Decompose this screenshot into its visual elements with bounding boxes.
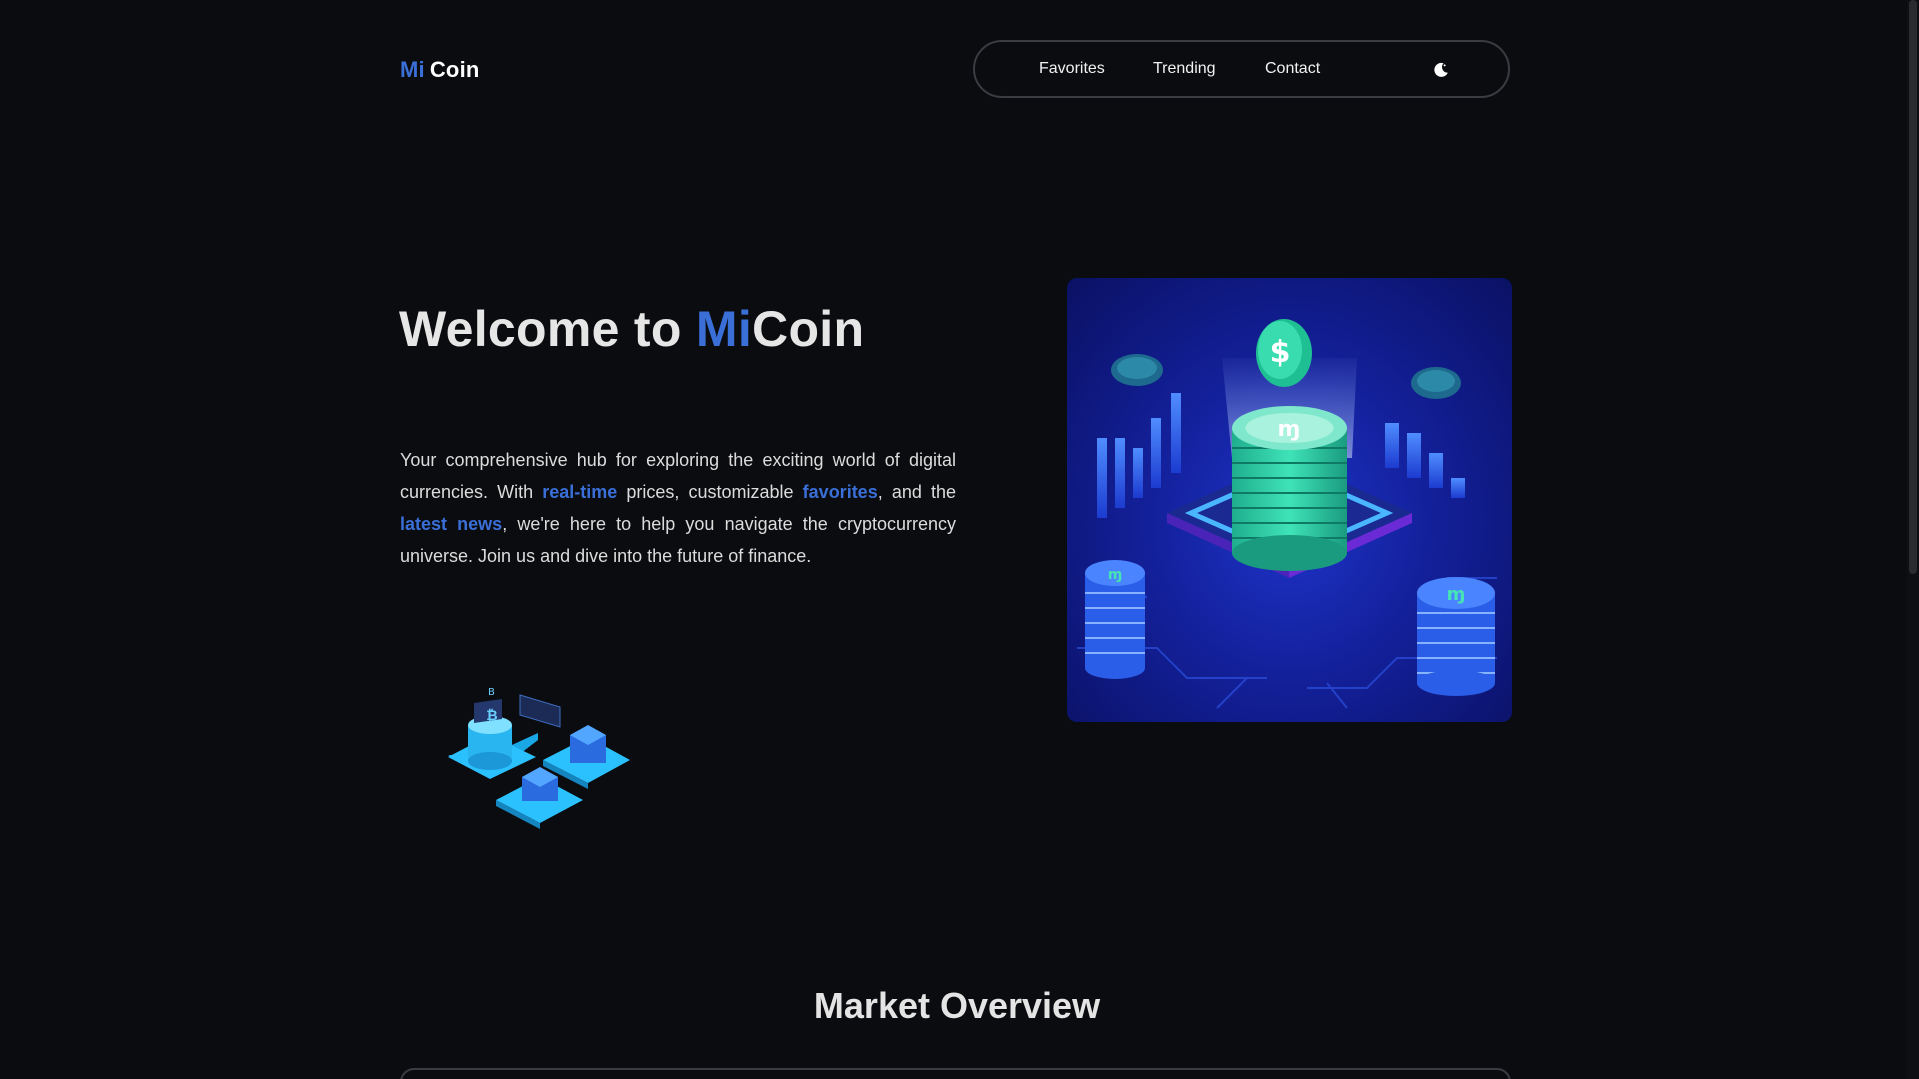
svg-text:B: B xyxy=(488,687,495,698)
nav-favorites[interactable]: Favorites xyxy=(1039,60,1105,78)
nav-trending[interactable]: Trending xyxy=(1153,60,1216,78)
page-scrollbar[interactable] xyxy=(1907,0,1919,1079)
latest-news-link[interactable]: latest news xyxy=(400,514,502,534)
svg-text:ɱ: ɱ xyxy=(1447,584,1466,605)
svg-text:ɱ: ɱ xyxy=(1278,417,1301,442)
scrollbar-thumb[interactable] xyxy=(1909,0,1917,574)
nav-contact[interactable]: Contact xyxy=(1265,60,1320,78)
svg-text:ɱ: ɱ xyxy=(1108,567,1123,583)
page: Mi Coin Favorites Trending Contact Welcom… xyxy=(0,0,1919,1079)
hero-text-part2: prices, customizable xyxy=(617,482,803,502)
svg-text:₿: ₿ xyxy=(486,708,497,724)
hero-description: Your comprehensive hub for exploring the… xyxy=(400,444,956,572)
hero-title: Welcome to MiCoin xyxy=(399,300,864,358)
hero-text-part3: , and the xyxy=(877,482,956,502)
logo-prefix: Mi xyxy=(400,57,425,82)
logo-suffix: Coin xyxy=(429,57,480,82)
crypto-servers-illustration: ₿ B xyxy=(448,685,636,830)
crypto-coin-stack-illustration: ɱ $ ɱ ɱ xyxy=(1067,278,1512,722)
main-nav: Favorites Trending Contact xyxy=(973,40,1510,98)
svg-text:$: $ xyxy=(1270,335,1291,370)
realtime-link[interactable]: real-time xyxy=(542,482,617,502)
market-overview-title: Market Overview xyxy=(813,985,1101,1026)
hero-title-accent: Mi xyxy=(695,301,753,357)
favorites-link[interactable]: favorites xyxy=(803,482,878,502)
market-table xyxy=(400,1068,1511,1079)
hero-title-start: Welcome to xyxy=(399,301,696,357)
site-logo[interactable]: Mi Coin xyxy=(400,57,480,83)
moon-icon[interactable] xyxy=(1431,60,1451,80)
hero-title-end: Coin xyxy=(752,301,865,357)
